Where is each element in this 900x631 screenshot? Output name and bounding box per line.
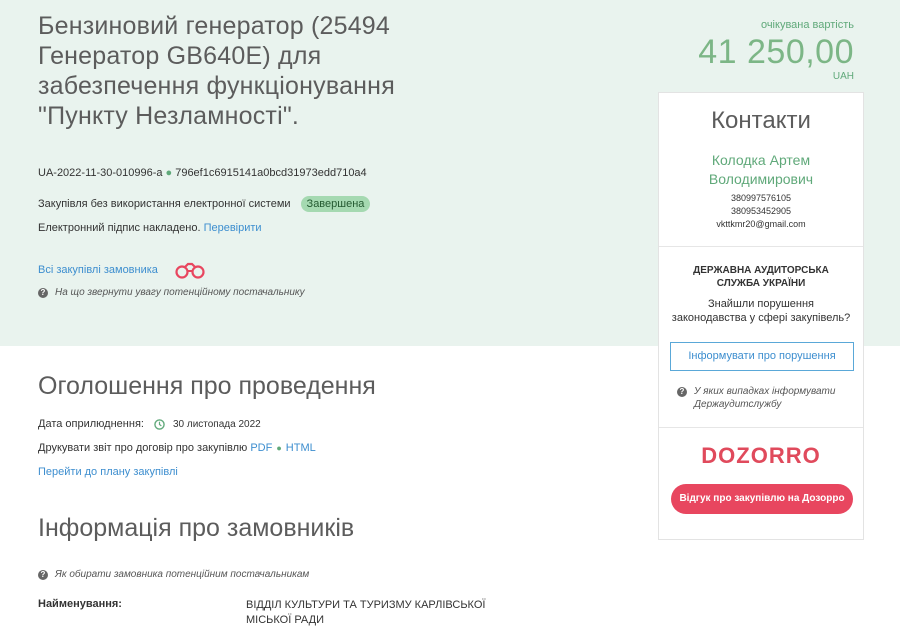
publish-date-line: Дата оприлюднення: 30 листопада 2022 [38, 418, 261, 430]
question-icon: ? [38, 569, 48, 580]
contact-phone-2: 380953452905 [730, 206, 792, 216]
contact-name-first: Колодка Артем [711, 152, 811, 168]
supplier-note[interactable]: ? На що звернути увагу потенційному пост… [38, 287, 305, 298]
print-report-line: Друкувати звіт про договір про закупівлю… [38, 442, 316, 454]
plan-link-line: Перейти до плану закупівлі [38, 466, 178, 478]
tender-id: UA-2022-11-30-010996-a [38, 167, 163, 179]
print-report-label: Друкувати звіт про договір про закупівлю [38, 442, 248, 454]
report-violation-button[interactable]: Інформувати про порушення [670, 342, 854, 371]
audit-note-text: У яких випадках інформувати Держаудитслу… [694, 385, 835, 411]
separator-dot: ● [165, 167, 173, 179]
audit-service-title: ДЕРЖАВНА АУДИТОРСЬКА СЛУЖБА УКРАЇНИ [659, 264, 863, 290]
publish-date-value: 30 листопада 2022 [172, 418, 261, 430]
binoculars-icon[interactable] [174, 261, 206, 279]
question-icon: ? [38, 287, 48, 298]
divider [659, 427, 863, 428]
pdf-link[interactable]: PDF [250, 442, 272, 454]
customer-note[interactable]: ? Як обирати замовника потенційним поста… [38, 569, 309, 580]
procurement-type: Закупівля без використання електронної с… [38, 198, 291, 210]
dozorro-review-button[interactable]: Відгук про закупівлю на Дозорро [671, 484, 853, 514]
audit-note-line1: У яких випадках інформувати [694, 386, 836, 397]
publish-date-label: Дата оприлюднення: [38, 418, 144, 430]
customers-title: Інформація про замовників [38, 514, 355, 542]
audit-title-line2: СЛУЖБА УКРАЇНИ [716, 278, 806, 289]
customer-name-label: Найменування: [38, 598, 122, 610]
price-currency: UAH [832, 71, 854, 82]
audit-question: Знайшли порушення законодавства у сфері … [659, 297, 863, 325]
tender-hash: 796ef1c6915141a0bcd31973edd710a4 [175, 167, 367, 179]
contacts-title: Контакти [711, 107, 811, 134]
signature-line: Електронний підпис накладено. Перевірити [38, 222, 262, 234]
all-purchases-link[interactable]: Всі закупівлі замовника [38, 264, 158, 276]
contact-name-patronymic: Володимирович [708, 171, 814, 187]
audit-title-line1: ДЕРЖАВНА АУДИТОРСЬКА [693, 265, 829, 276]
supplier-note-text: На що звернути увагу потенційному постач… [55, 287, 305, 298]
audit-note[interactable]: ? У яких випадках інформувати Держаудитс… [677, 385, 835, 411]
tender-title: Бензиновий генератор (25494 Генератор GB… [38, 12, 395, 130]
audit-note-line2: Держаудитслужбу [694, 399, 782, 410]
clock-icon [154, 418, 165, 430]
contact-phone-1: 380997576105 [730, 193, 792, 203]
signature-text: Електронний підпис накладено. [38, 222, 201, 234]
customer-name-value: ВІДДІЛ КУЛЬТУРИ ТА ТУРИЗМУ КАРЛІВСЬКОЇ М… [246, 599, 486, 626]
audit-question-line2: законодавства у сфері закупівель? [671, 312, 851, 324]
separator-dot: ● [276, 443, 282, 453]
contact-name: Колодка Артем Володимирович [659, 151, 863, 189]
procurement-plan-link[interactable]: Перейти до плану закупівлі [38, 466, 178, 478]
html-link[interactable]: HTML [286, 442, 316, 454]
customer-note-text: Як обирати замовника потенційним постача… [55, 569, 310, 580]
dozorro-logo: DOZORRO [701, 443, 821, 468]
procurement-status-line: Закупівля без використання електронної с… [38, 196, 371, 212]
all-purchases-row: Всі закупівлі замовника [38, 261, 206, 279]
announcement-title: Оголошення про проведення [38, 372, 376, 400]
contact-email: vkttkmr20@gmail.com [716, 219, 806, 229]
question-icon: ? [677, 387, 687, 397]
audit-question-line1: Знайшли порушення [707, 298, 815, 310]
tender-id-line: UA-2022-11-30-010996-a ● 796ef1c6915141a0b… [38, 167, 367, 179]
verify-signature-link[interactable]: Перевірити [204, 222, 262, 234]
divider [659, 246, 863, 247]
status-badge: Завершена [300, 196, 371, 212]
price-label: очікувана вартість [760, 19, 854, 31]
expected-price: 41 250,00 [698, 33, 854, 71]
contacts-card: Контакти Колодка Артем Володимирович 380… [658, 92, 864, 540]
